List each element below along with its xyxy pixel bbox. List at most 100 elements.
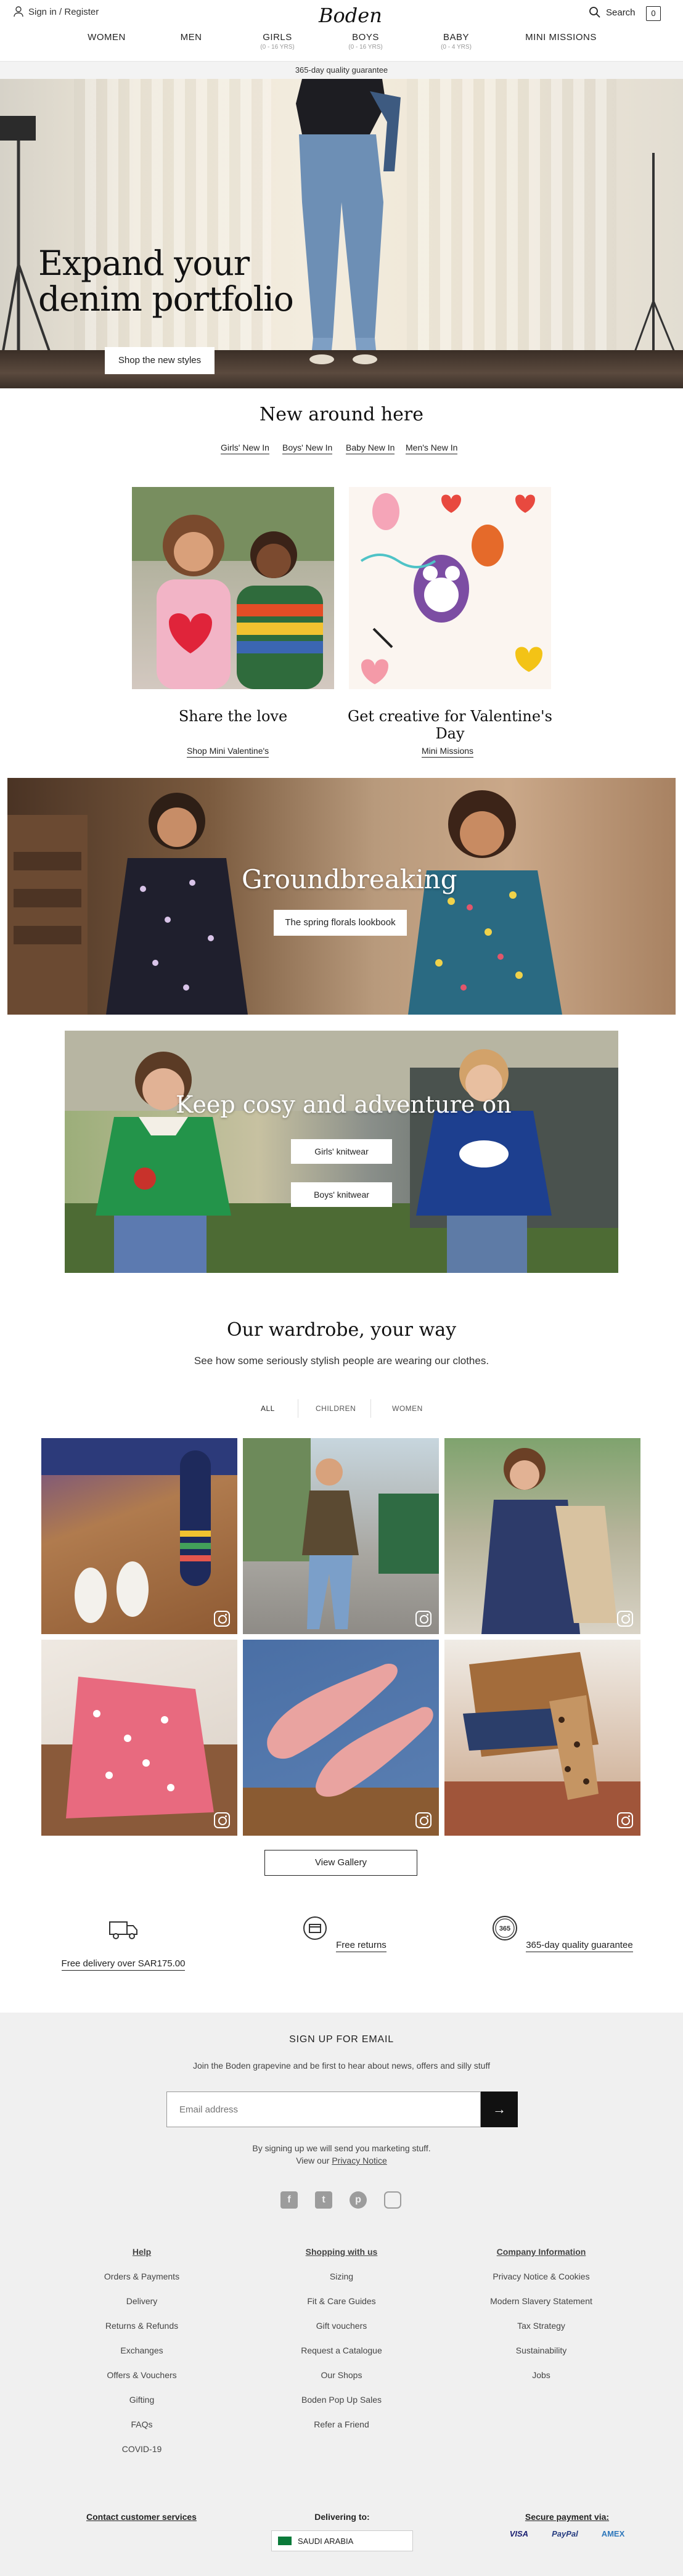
instagram-icon	[415, 1812, 431, 1828]
usp-label: Free delivery over SAR175.00	[61, 1958, 186, 1971]
country-select[interactable]: SAUDI ARABIA	[271, 2530, 413, 2551]
hero-title-line: Expand your	[38, 243, 250, 283]
nav-label: GIRLS	[263, 32, 292, 43]
girls-knitwear-button[interactable]: Girls' knitwear	[291, 1139, 392, 1164]
hero-title: Expand your denim portfolio	[38, 243, 294, 319]
tab-all[interactable]: ALL	[261, 1404, 275, 1413]
arrow-right-icon: →	[493, 2101, 506, 2117]
secure-payment-label: Secure payment via:	[525, 2512, 610, 2522]
gallery-image[interactable]	[243, 1640, 439, 1836]
nav-girls[interactable]: GIRLS (0 - 16 YRS)	[250, 32, 305, 51]
footer-col-company: Company Information Privacy Notice & Coo…	[449, 2247, 634, 2395]
nav-label: MEN	[180, 32, 202, 43]
pinterest-icon[interactable]: p	[350, 2191, 367, 2209]
hero-banner[interactable]: Expand your denim portfolio Shop the new…	[0, 79, 683, 388]
footer-link[interactable]: Sizing	[249, 2271, 434, 2281]
footer-link[interactable]: Returns & Refunds	[49, 2321, 234, 2331]
boys-knitwear-button[interactable]: Boys' knitwear	[291, 1182, 392, 1207]
nav-sub-label: (0 - 16 YRS)	[260, 44, 295, 51]
footer-link[interactable]: FAQs	[49, 2419, 234, 2429]
footer-col-heading[interactable]: Help	[49, 2247, 234, 2257]
signup-disclaimer: By signing up we will send you marketing…	[0, 2142, 683, 2167]
shop-new-styles-button[interactable]: Shop the new styles	[105, 347, 215, 374]
tab-divider	[370, 1399, 371, 1418]
gallery-image[interactable]	[444, 1640, 640, 1836]
boden-logo[interactable]: Boden	[319, 4, 382, 27]
girls-new-in-link[interactable]: Girls' New In	[221, 443, 269, 454]
instagram-icon	[617, 1611, 633, 1627]
gallery-image[interactable]	[41, 1640, 237, 1836]
payment-logos: VISA PayPal AMEX	[475, 2529, 660, 2538]
hero-title-line: denim portfolio	[38, 279, 294, 319]
gallery-image[interactable]	[243, 1438, 439, 1634]
footer-link[interactable]: Jobs	[449, 2370, 634, 2380]
saudi-flag-icon	[278, 2537, 292, 2545]
usp-free-delivery[interactable]: Free delivery over SAR175.00	[43, 1911, 203, 1971]
view-gallery-button[interactable]: View Gallery	[264, 1850, 417, 1876]
search-button[interactable]: Search	[589, 6, 636, 18]
site-footer: SIGN UP FOR EMAIL Join the Boden grapevi…	[0, 2013, 683, 2576]
footer-link[interactable]: Our Shops	[249, 2370, 434, 2380]
shop-mini-valentines-link[interactable]: Shop Mini Valentine's	[187, 746, 269, 758]
footer-link[interactable]: Request a Catalogue	[249, 2345, 434, 2355]
curtain-backdrop	[407, 79, 616, 369]
signup-title: SIGN UP FOR EMAIL	[289, 2034, 394, 2045]
footer-link[interactable]: Boden Pop Up Sales	[249, 2395, 434, 2405]
gallery-image[interactable]	[444, 1438, 640, 1634]
country-value: SAUDI ARABIA	[298, 2536, 354, 2546]
footer-link[interactable]: Offers & Vouchers	[49, 2370, 234, 2380]
nav-men[interactable]: MEN	[176, 32, 207, 43]
bag-count: 0	[651, 9, 656, 18]
instagram-icon[interactable]	[384, 2191, 401, 2209]
footer-link[interactable]: Refer a Friend	[249, 2419, 434, 2429]
footer-link[interactable]: Privacy Notice & Cookies	[449, 2271, 634, 2281]
nav-mini-missions[interactable]: MINI MISSIONS	[521, 32, 601, 43]
get-creative-image[interactable]	[349, 487, 551, 689]
gallery-image[interactable]	[41, 1438, 237, 1634]
share-love-title: Share the love	[178, 708, 288, 725]
disclaimer-text: By signing up we will send you marketing…	[252, 2143, 431, 2153]
usp-free-returns[interactable]: Free returns	[261, 1911, 422, 1952]
signin-link[interactable]: Sign in / Register	[14, 6, 99, 17]
mens-new-in-link[interactable]: Men's New In	[406, 443, 458, 454]
twitter-icon[interactable]: t	[315, 2191, 332, 2209]
footer-link[interactable]: Modern Slavery Statement	[449, 2296, 634, 2306]
groundbreaking-banner[interactable]: Groundbreaking The spring florals lookbo…	[7, 778, 676, 1015]
bag-button[interactable]: 0	[646, 6, 661, 21]
pink-flats-photo	[243, 1664, 439, 1836]
email-submit-button[interactable]: →	[481, 2091, 518, 2127]
footer-link[interactable]: Sustainability	[449, 2345, 634, 2355]
mini-missions-link[interactable]: Mini Missions	[422, 746, 474, 758]
footer-link[interactable]: Exchanges	[49, 2345, 234, 2355]
nav-label: WOMEN	[88, 32, 126, 43]
footer-link[interactable]: COVID-19	[49, 2444, 234, 2454]
footer-link[interactable]: Gifting	[49, 2395, 234, 2405]
boys-new-in-link[interactable]: Boys' New In	[282, 443, 333, 454]
nav-women[interactable]: WOMEN	[86, 32, 127, 43]
tab-women[interactable]: WOMEN	[392, 1404, 423, 1413]
wardrobe-title: Our wardrobe, your way	[226, 1319, 457, 1341]
share-love-image[interactable]	[132, 487, 334, 689]
amex-logo: AMEX	[601, 2529, 625, 2538]
keep-cosy-banner[interactable]: Keep cosy and adventure on Girls' knitwe…	[65, 1031, 618, 1273]
guarantee-bar[interactable]: 365-day quality guarantee	[0, 62, 683, 79]
footer-link[interactable]: Gift vouchers	[249, 2321, 434, 2331]
nav-baby[interactable]: BABY (0 - 4 YRS)	[428, 32, 484, 51]
footer-link[interactable]: Tax Strategy	[449, 2321, 634, 2331]
spring-florals-button[interactable]: The spring florals lookbook	[274, 910, 407, 936]
children-valentines-photo	[132, 487, 334, 689]
nav-boys[interactable]: BOYS (0 - 16 YRS)	[338, 32, 393, 51]
privacy-notice-link[interactable]: Privacy Notice	[332, 2156, 386, 2165]
usp-quality-guarantee[interactable]: 365 365-day quality guarantee	[480, 1911, 640, 1952]
facebook-icon[interactable]: f	[280, 2191, 298, 2209]
email-input[interactable]	[166, 2091, 481, 2127]
footer-link[interactable]: Fit & Care Guides	[249, 2296, 434, 2306]
footer-link[interactable]: Delivery	[49, 2296, 234, 2306]
contact-customer-services-link[interactable]: Contact customer services	[86, 2512, 197, 2522]
baby-new-in-link[interactable]: Baby New In	[346, 443, 395, 454]
footer-link[interactable]: Orders & Payments	[49, 2271, 234, 2281]
tab-children[interactable]: CHILDREN	[316, 1404, 356, 1413]
footer-col-heading[interactable]: Company Information	[449, 2247, 634, 2257]
footer-col-heading[interactable]: Shopping with us	[249, 2247, 434, 2257]
floral-top-photo	[41, 1677, 237, 1836]
